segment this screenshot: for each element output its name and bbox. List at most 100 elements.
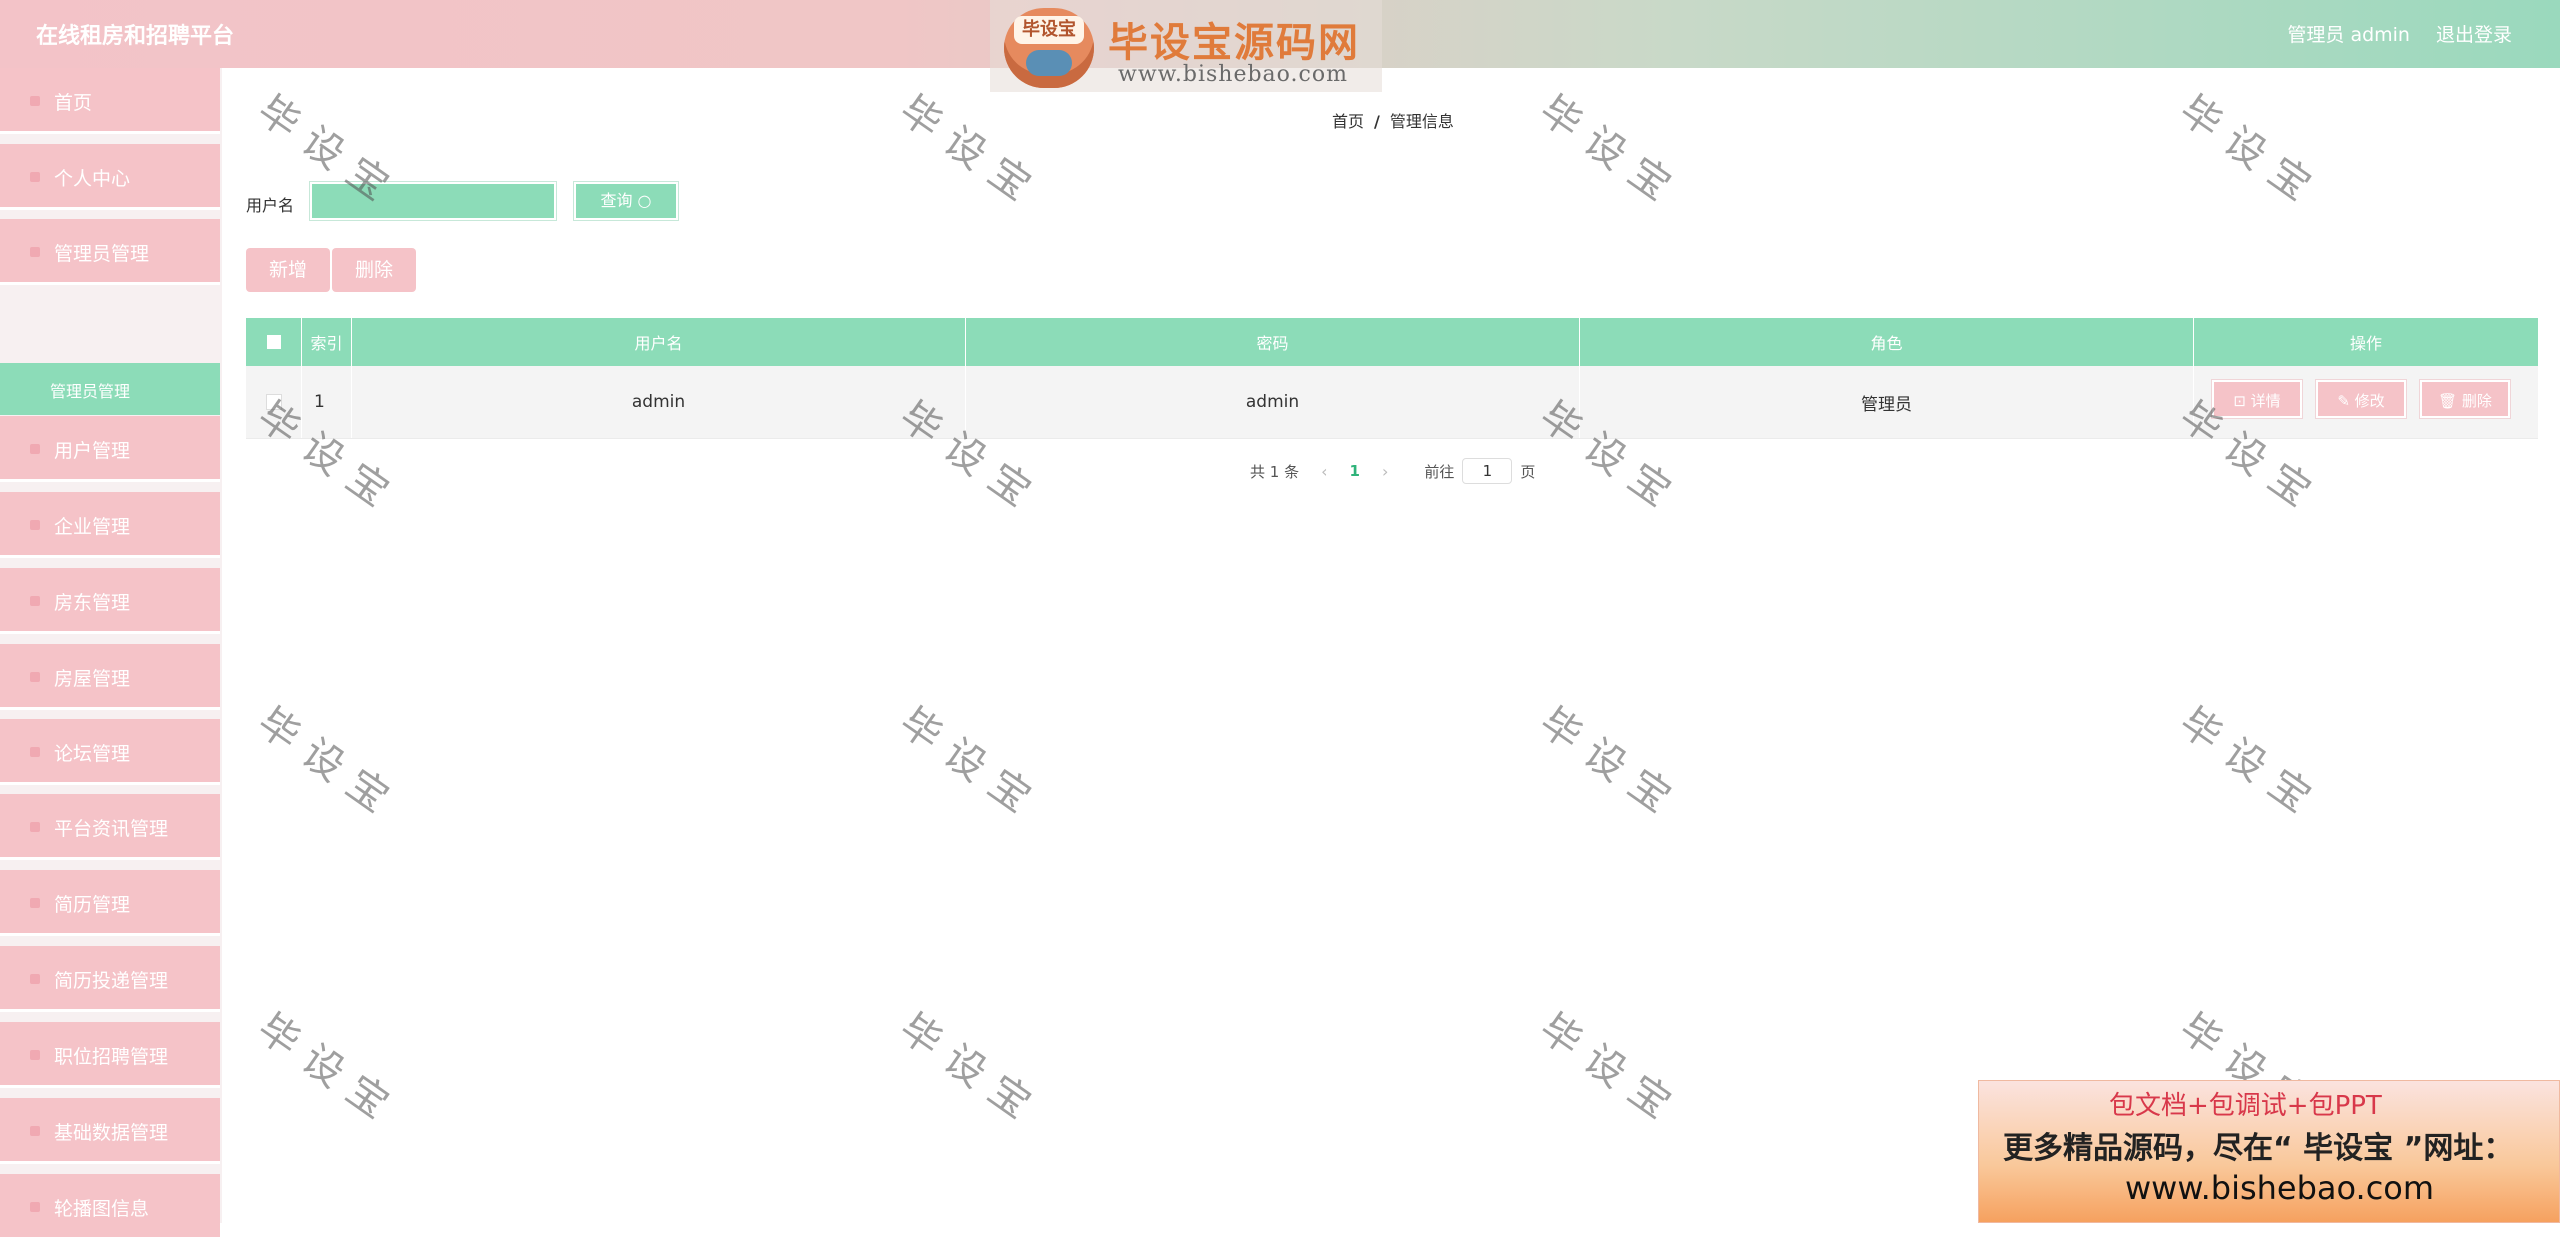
home-icon [30, 96, 40, 106]
watermark-text: 毕设宝 [249, 698, 409, 830]
sidebar-item-label: 企业管理 [54, 516, 131, 538]
breadcrumb-home[interactable]: 首页 [1332, 112, 1364, 131]
sidebar-item-label: 基础数据管理 [54, 1122, 169, 1144]
sidebar-item-resume-delivery-management[interactable]: 简历投递管理 [0, 946, 220, 1012]
sidebar: 首页 个人中心 管理员管理 管理员管理 用户管理 企业管理 房东管理 房屋管理 … [0, 68, 222, 1240]
sidebar-item-house-management[interactable]: 房屋管理 [0, 644, 220, 710]
users-icon [30, 444, 40, 454]
sidebar-item-admin-management[interactable]: 管理员管理 [0, 219, 220, 285]
watermark-text: 毕设宝 [249, 1004, 409, 1136]
ad-line-3: www.bishebao.com [2125, 1169, 2435, 1207]
column-header-actions: 操作 [2349, 334, 2382, 353]
image-icon [30, 1202, 40, 1212]
pagination-goto-label: 前往 [1424, 462, 1455, 481]
edit-button[interactable]: ✎ 修改 [2316, 380, 2406, 418]
cell-index: 1 [302, 366, 352, 438]
sidebar-item-job-management[interactable]: 职位招聘管理 [0, 1022, 220, 1088]
sidebar-item-forum-management[interactable]: 论坛管理 [0, 719, 220, 785]
pagination: 共 1 条 ‹ 1 › 前往 1 页 [1250, 458, 1535, 484]
watermark-text: 毕设宝 [1531, 1004, 1691, 1136]
sidebar-item-label: 平台资讯管理 [54, 818, 169, 840]
sidebar-item-home[interactable]: 首页 [0, 68, 220, 134]
sidebar-subitem-admin-management[interactable]: 管理员管理 [0, 363, 220, 415]
database-icon [30, 1126, 40, 1136]
sidebar-item-label: 简历投递管理 [54, 970, 169, 992]
batch-delete-button[interactable]: 删除 [332, 248, 416, 292]
row-checkbox[interactable] [265, 394, 282, 410]
pagination-total: 共 1 条 [1250, 462, 1300, 481]
sidebar-item-basic-data-management[interactable]: 基础数据管理 [0, 1098, 220, 1164]
pagination-goto-input[interactable]: 1 [1462, 458, 1513, 484]
sidebar-item-news-management[interactable]: 平台资讯管理 [0, 794, 220, 860]
admin-icon [30, 247, 40, 257]
breadcrumb-separator: / [1374, 112, 1380, 131]
cell-username: admin [352, 366, 966, 438]
sidebar-item-label: 职位招聘管理 [54, 1046, 169, 1068]
cell-password: admin [966, 366, 1580, 438]
watermark-text: 毕设宝 [1531, 698, 1691, 830]
ad-line-1: 包文档+包调试+包PPT [2109, 1091, 2382, 1121]
detail-button[interactable]: ⊡ 详情 [2212, 380, 2302, 418]
header-user-area: 管理员 admin 退出登录 [2287, 20, 2512, 47]
app-title: 在线租房和招聘平台 [36, 24, 235, 49]
logo-url-text: www.bishebao.com [1118, 62, 1348, 87]
user-icon [30, 172, 40, 182]
logo-main-text: 毕设宝源码网 [1108, 20, 1360, 66]
watermark-text: 毕设宝 [891, 86, 1051, 218]
sidebar-item-label: 用户管理 [54, 440, 131, 462]
table-header: 索引 用户名 密码 角色 操作 [246, 318, 2538, 366]
logo-badge-icon: 毕设宝 [1004, 8, 1094, 88]
column-header-index: 索引 [302, 318, 352, 366]
select-all-cell [246, 318, 302, 366]
watermark-text: 毕设宝 [891, 1004, 1051, 1136]
table-row: 1 admin admin 管理员 ⊡ 详情 ✎ 修改 🗑 删除 [246, 366, 2538, 439]
current-user-label[interactable]: 管理员 admin [2287, 20, 2410, 47]
sidebar-item-profile[interactable]: 个人中心 [0, 144, 220, 210]
pagination-current-page[interactable]: 1 [1350, 462, 1360, 480]
sidebar-item-landlord-management[interactable]: 房东管理 [0, 568, 220, 634]
cell-actions: ⊡ 详情 ✎ 修改 🗑 删除 [2194, 366, 2538, 438]
breadcrumb: 首页 / 管理信息 [1332, 108, 1454, 132]
row-delete-button[interactable]: 🗑 删除 [2420, 380, 2510, 418]
forum-icon [30, 747, 40, 757]
resume-icon [30, 898, 40, 908]
watermark-text: 毕设宝 [891, 698, 1051, 830]
sidebar-item-carousel-info[interactable]: 轮播图信息 [0, 1174, 220, 1240]
sidebar-item-company-management[interactable]: 企业管理 [0, 492, 220, 558]
next-page-icon[interactable]: › [1382, 462, 1388, 481]
sidebar-item-resume-management[interactable]: 简历管理 [0, 870, 220, 936]
landlord-icon [30, 596, 40, 606]
logo-face-icon [1026, 50, 1072, 76]
select-all-checkbox[interactable] [266, 335, 281, 349]
breadcrumb-current: 管理信息 [1389, 112, 1454, 131]
sidebar-item-label: 房屋管理 [54, 668, 131, 690]
sidebar-item-label: 房东管理 [54, 592, 131, 614]
sidebar-item-label: 首页 [54, 92, 93, 114]
column-header-password: 密码 [966, 318, 1580, 366]
logout-link[interactable]: 退出登录 [2436, 20, 2512, 47]
ad-line-2: 更多精品源码，尽在“ 毕设宝 ”网址： [2003, 1131, 2514, 1166]
site-logo: 毕设宝 毕设宝源码网 www.bishebao.com [990, 0, 1382, 92]
house-icon [30, 672, 40, 682]
add-button[interactable]: 新增 [246, 248, 330, 292]
sidebar-item-label: 管理员管理 [54, 243, 150, 265]
search-username-label: 用户名 [246, 196, 295, 215]
pagination-page-suffix: 页 [1520, 462, 1536, 481]
sidebar-item-user-management[interactable]: 用户管理 [0, 416, 220, 482]
sidebar-item-label: 论坛管理 [54, 743, 131, 765]
cell-role: 管理员 [1580, 366, 2194, 438]
news-icon [30, 822, 40, 832]
watermark-text: 毕设宝 [2171, 698, 2331, 830]
ad-banner[interactable]: 包文档+包调试+包PPT 更多精品源码，尽在“ 毕设宝 ”网址： www.bis… [1978, 1080, 2560, 1223]
query-button[interactable]: 查询 ○ [574, 182, 678, 220]
watermark-text: 毕设宝 [2171, 86, 2331, 218]
sidebar-item-label: 个人中心 [54, 168, 131, 190]
prev-page-icon[interactable]: ‹ [1321, 462, 1327, 481]
sidebar-subitem-label: 管理员管理 [50, 382, 131, 401]
search-username-input[interactable] [310, 182, 556, 220]
job-icon [30, 1050, 40, 1060]
company-icon [30, 520, 40, 530]
logo-badge-text: 毕设宝 [1014, 16, 1084, 44]
watermark-text: 毕设宝 [1531, 86, 1691, 218]
column-header-username: 用户名 [352, 318, 966, 366]
